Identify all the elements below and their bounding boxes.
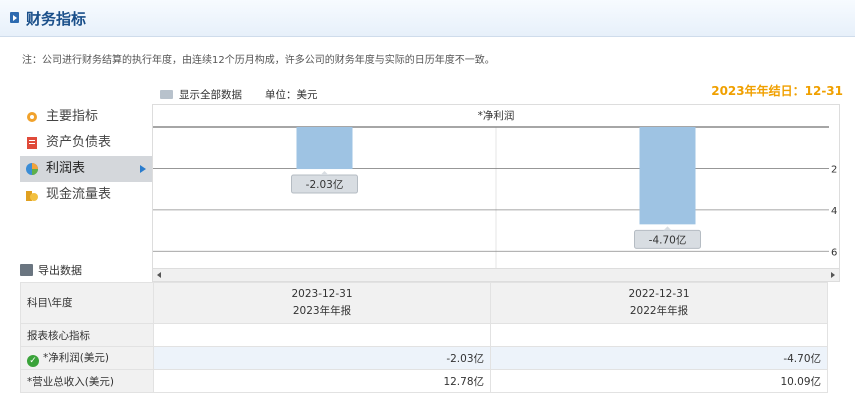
page-title: 财务指标 xyxy=(26,10,87,28)
scroll-left-icon[interactable] xyxy=(157,272,161,278)
unit-label: 单位：美元 xyxy=(265,89,318,101)
check-icon: ✓ xyxy=(27,354,39,367)
section-label: 报表核心指标 xyxy=(20,323,154,347)
y-tick-label: 4 xyxy=(831,206,837,217)
export-label: 导出数据 xyxy=(38,264,82,277)
comment-icon xyxy=(160,90,173,99)
sidebar-item-balance-sheet[interactable]: 资产负债表 xyxy=(20,130,152,156)
header-col-2022: 2022-12-31 2022年年报 xyxy=(490,282,828,324)
financial-table: 科目\年度 2023-12-31 2023年年报 2022-12-31 2022年年… xyxy=(20,282,828,393)
data-label-pointer xyxy=(320,171,329,176)
coins-icon xyxy=(26,191,38,201)
cell-value: 10.09亿 xyxy=(490,369,828,393)
sidebar-item-label: 现金流量表 xyxy=(46,187,112,202)
row-label: *营业总收入(美元) xyxy=(20,369,154,393)
document-icon xyxy=(27,137,37,149)
pie-chart-icon xyxy=(26,163,38,175)
section-row: 报表核心指标 xyxy=(20,323,828,347)
net-profit-chart: *净利润 2 4 6 -2.03亿 -4.70亿 xyxy=(152,104,840,282)
section-icon xyxy=(10,12,19,23)
chart-bar xyxy=(296,127,353,170)
table-row[interactable]: *营业总收入(美元) 12.78亿 10.09亿 xyxy=(20,369,828,393)
export-data-button[interactable]: 导出数据 xyxy=(20,262,82,278)
table-row[interactable]: ✓ *净利润(美元) -2.03亿 -4.70亿 xyxy=(20,346,828,370)
header-col-2023: 2023-12-31 2023年年报 xyxy=(153,282,491,324)
y-tick-label: 2 xyxy=(831,164,837,175)
chart-canvas: 2 4 6 -2.03亿 -4.70亿 xyxy=(153,126,837,269)
data-label: -2.03亿 xyxy=(306,178,344,191)
row-label-text: *净利润(美元) xyxy=(43,351,109,364)
header-date: 2022-12-31 xyxy=(628,288,690,300)
chart-bar xyxy=(639,127,696,225)
sidebar-item-label: 利润表 xyxy=(46,161,86,176)
header-subject-year: 科目\年度 xyxy=(20,282,154,324)
table-header-row: 科目\年度 2023-12-31 2023年年报 2022-12-31 2022年年… xyxy=(20,282,828,324)
sidebar: 主要指标 资产负债表 利润表 现金流量表 xyxy=(0,104,152,208)
sidebar-item-label: 主要指标 xyxy=(46,109,99,124)
page-header: 财务指标 xyxy=(0,0,855,37)
header-report: 2022年年报 xyxy=(629,305,689,317)
sidebar-item-income-statement[interactable]: 利润表 xyxy=(20,156,152,182)
sidebar-item-main-indicators[interactable]: 主要指标 xyxy=(20,104,152,130)
cell-value: -2.03亿 xyxy=(153,346,491,370)
header-date: 2023-12-31 xyxy=(291,288,353,300)
header-report: 2023年年报 xyxy=(292,305,352,317)
show-all-label: 显示全部数据 xyxy=(179,89,242,101)
gear-icon xyxy=(27,112,37,122)
sidebar-item-cash-flow[interactable]: 现金流量表 xyxy=(20,182,152,208)
data-label-pointer xyxy=(663,226,672,231)
empty-cell xyxy=(490,323,828,347)
export-icon xyxy=(20,264,33,276)
row-label: ✓ *净利润(美元) xyxy=(20,346,154,370)
y-tick-label: 6 xyxy=(831,247,837,258)
data-label: -4.70亿 xyxy=(649,233,687,246)
show-all-data-button[interactable]: 显示全部数据 xyxy=(160,87,242,102)
scroll-right-icon[interactable] xyxy=(831,272,835,278)
empty-cell xyxy=(153,323,491,347)
sidebar-item-label: 资产负债表 xyxy=(46,135,112,150)
year-end-label: 2023年年结日：12-31 xyxy=(711,84,843,98)
cell-value: 12.78亿 xyxy=(153,369,491,393)
chart-scrollbar[interactable] xyxy=(152,268,840,282)
chevron-right-icon xyxy=(140,165,146,173)
cell-value: -4.70亿 xyxy=(490,346,828,370)
fiscal-note: 注：公司进行财务结算的执行年度，由连续12个历月构成，许多公司的财务年度与实际的… xyxy=(22,55,495,66)
